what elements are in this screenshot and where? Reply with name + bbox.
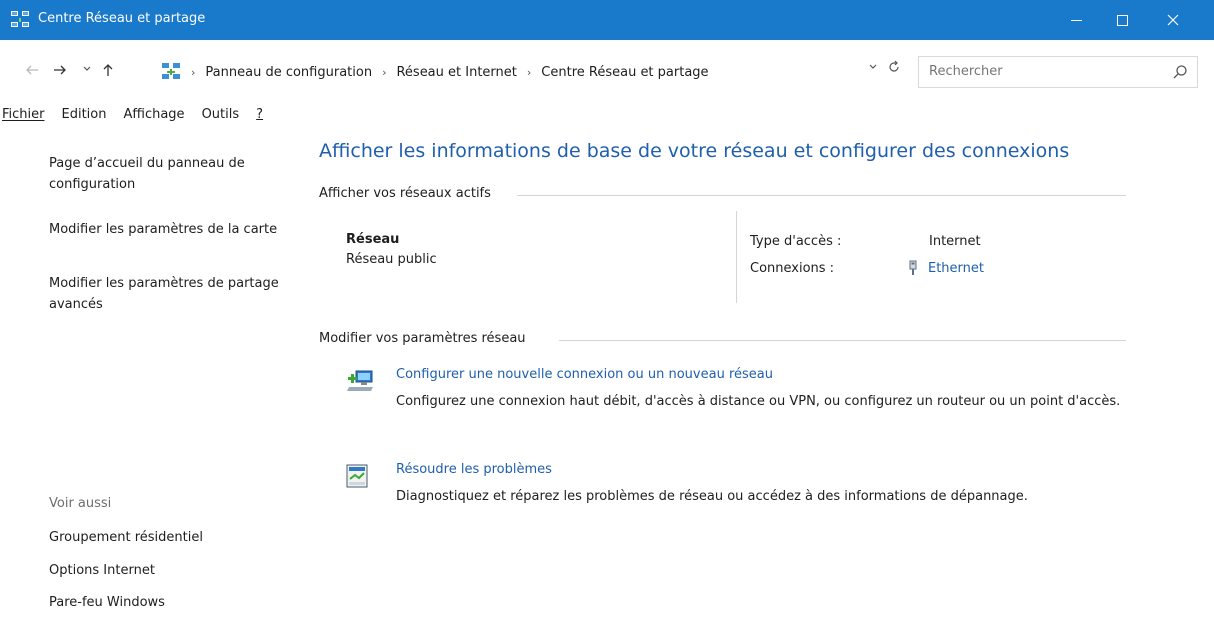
breadcrumb-separator-icon: › <box>526 65 532 79</box>
address-history-button[interactable] <box>868 62 878 75</box>
network-name: Réseau <box>346 232 400 247</box>
sidebar-link-advanced-sharing[interactable]: Modifier les paramètres de partage avanc… <box>49 273 289 315</box>
breadcrumb-network-internet[interactable]: Réseau et Internet <box>396 65 516 80</box>
close-icon <box>1167 14 1179 26</box>
see-also-homegroup[interactable]: Groupement résidentiel <box>49 530 203 545</box>
search-icon[interactable] <box>1172 64 1188 80</box>
forward-button[interactable] <box>50 62 70 82</box>
refresh-button[interactable] <box>887 60 901 78</box>
arrow-left-icon <box>26 65 38 75</box>
chevron-down-icon <box>869 64 877 69</box>
address-row: › Panneau de configuration › Réseau et I… <box>0 55 1214 89</box>
vertical-divider <box>736 211 737 303</box>
access-type-value: Internet <box>929 234 981 249</box>
section-divider <box>517 195 1126 196</box>
title-bar: Centre Réseau et partage <box>0 0 1214 40</box>
breadcrumb-separator-icon: › <box>191 65 196 79</box>
ethernet-icon <box>909 260 917 275</box>
section-divider <box>559 340 1126 341</box>
connections-label: Connexions : <box>750 261 835 276</box>
minimize-icon <box>1070 19 1082 21</box>
menu-view[interactable]: Affichage <box>123 103 184 129</box>
breadcrumb-separator-icon: › <box>382 65 387 79</box>
maximize-icon <box>1116 14 1128 26</box>
troubleshoot-icon <box>346 464 368 488</box>
see-also-internet-options[interactable]: Options Internet <box>49 563 155 578</box>
breadcrumb-control-panel[interactable]: Panneau de configuration <box>205 65 372 80</box>
network-center-icon <box>11 11 29 27</box>
access-type-label: Type d'accès : <box>750 234 842 249</box>
close-button[interactable] <box>1150 0 1196 40</box>
see-also-windows-firewall[interactable]: Pare-feu Windows <box>49 595 165 610</box>
address-bar[interactable]: › Panneau de configuration › Réseau et I… <box>155 56 909 88</box>
ethernet-connection-link[interactable]: Ethernet <box>907 260 984 276</box>
section-change-settings: Modifier vos paramètres réseau <box>319 331 526 346</box>
menu-bar: Fichier Edition Affichage Outils ? <box>0 103 280 129</box>
new-connection-link[interactable]: Configurer une nouvelle connexion ou un … <box>396 367 773 382</box>
ethernet-label[interactable]: Ethernet <box>928 261 984 276</box>
troubleshoot-link[interactable]: Résoudre les problèmes <box>396 462 552 477</box>
sidebar-link-control-panel-home[interactable]: Page d’accueil du panneau de configurati… <box>49 153 289 195</box>
window-title: Centre Réseau et partage <box>38 11 206 26</box>
troubleshoot-description: Diagnostiquez et réparez les problèmes d… <box>396 489 1028 504</box>
minimize-button[interactable] <box>1053 0 1099 40</box>
new-connection-icon <box>347 370 373 391</box>
recent-locations-button[interactable] <box>77 62 97 82</box>
back-button[interactable] <box>22 62 42 82</box>
control-panel-icon <box>162 63 180 79</box>
section-active-networks: Afficher vos réseaux actifs <box>319 186 491 201</box>
sidebar-link-adapter-settings[interactable]: Modifier les paramètres de la carte <box>49 219 289 240</box>
menu-tools[interactable]: Outils <box>202 103 240 129</box>
arrow-right-icon <box>54 65 66 75</box>
menu-edit[interactable]: Edition <box>62 103 107 129</box>
maximize-button[interactable] <box>1099 0 1145 40</box>
page-title: Afficher les informations de base de vot… <box>319 140 1070 162</box>
network-type: Réseau public <box>346 252 437 267</box>
network-info: Réseau Réseau public <box>346 232 437 267</box>
menu-help[interactable]: ? <box>256 103 263 129</box>
arrow-up-icon <box>103 64 113 76</box>
new-connection-description: Configurez une connexion haut débit, d'a… <box>396 394 1121 409</box>
breadcrumb-network-center[interactable]: Centre Réseau et partage <box>541 65 708 80</box>
search-input[interactable] <box>929 64 1159 79</box>
see-also-heading: Voir aussi <box>49 496 112 511</box>
up-button[interactable] <box>98 62 118 82</box>
refresh-icon <box>889 60 899 72</box>
chevron-down-icon <box>83 66 91 71</box>
search-box[interactable] <box>918 56 1198 88</box>
menu-file[interactable]: Fichier <box>2 103 45 129</box>
